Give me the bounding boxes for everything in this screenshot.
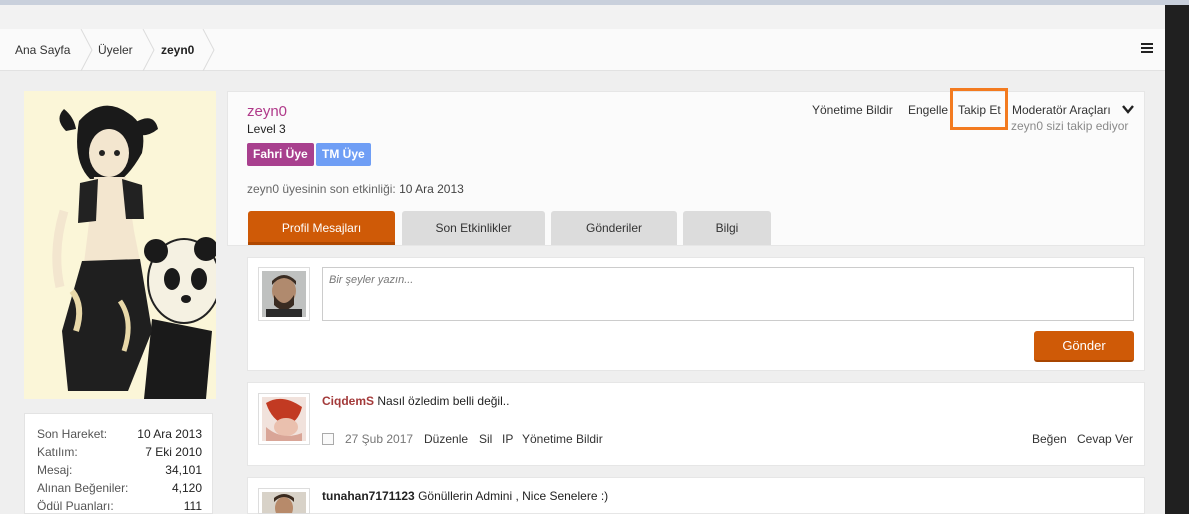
breadcrumb-home[interactable]: Ana Sayfa <box>15 29 70 71</box>
stat-label: Ödül Puanları: <box>37 499 114 513</box>
message-author-avatar[interactable] <box>258 488 310 514</box>
breadcrumb-separator-icon <box>142 29 155 71</box>
stat-value: 7 Eki 2010 <box>145 445 202 459</box>
hamburger-menu-icon[interactable] <box>1141 43 1153 55</box>
report-message-link[interactable]: Yönetime Bildir <box>522 432 603 446</box>
message-author[interactable]: tunahan7171123 <box>322 489 415 503</box>
breadcrumb-members[interactable]: Üyeler <box>98 29 133 71</box>
author-photo <box>262 397 306 441</box>
message-text: Gönüllerin Admini , Nice Senelere :) <box>418 489 609 503</box>
stat-row: Mesaj: 34,101 <box>25 463 212 481</box>
current-user-avatar <box>258 267 310 321</box>
stat-label: Katılım: <box>37 445 78 459</box>
avatar-illustration <box>24 91 216 399</box>
last-activity-value: 10 Ara 2013 <box>399 182 464 196</box>
last-activity-label: zeyn0 üyesinin son etkinliği: <box>247 182 396 196</box>
like-link[interactable]: Beğen <box>1032 432 1067 446</box>
scrollbar-track[interactable] <box>1165 5 1189 514</box>
report-link[interactable]: Yönetime Bildir <box>812 103 893 117</box>
stat-row: Son Hareket: 10 Ara 2013 <box>25 427 212 445</box>
stat-row: Katılım: 7 Eki 2010 <box>25 445 212 463</box>
message-body: CiqdemS Nasıl özledim belli değil.. <box>322 394 509 408</box>
follows-you-text: zeyn0 sizi takip ediyor <box>1011 119 1129 133</box>
message-text: Nasıl özledim belli değil.. <box>377 394 510 408</box>
header-strip <box>0 5 1165 29</box>
author-photo <box>262 492 306 513</box>
stat-label: Mesaj: <box>37 463 73 477</box>
message-select-checkbox[interactable] <box>322 433 334 445</box>
message-author[interactable]: CiqdemS <box>322 394 374 408</box>
moderator-tools-link[interactable]: Moderatör Araçları <box>1012 103 1111 117</box>
stat-label: Son Hareket: <box>37 427 108 441</box>
profile-level: Level 3 <box>247 122 286 136</box>
breadcrumb-separator-icon <box>80 29 93 71</box>
send-button[interactable]: Gönder <box>1034 331 1134 362</box>
breadcrumb-current[interactable]: zeyn0 <box>161 29 194 71</box>
tab-profile-messages[interactable]: Profil Mesajları <box>248 211 395 245</box>
ip-link[interactable]: IP <box>502 432 513 446</box>
breadcrumb: Ana Sayfa Üyeler zeyn0 <box>0 29 1165 71</box>
message-author-avatar[interactable] <box>258 393 310 445</box>
stat-row: Alınan Beğeniler: 4,120 <box>25 481 212 499</box>
chevron-down-icon[interactable] <box>1122 103 1134 115</box>
tab-recent-activity[interactable]: Son Etkinlikler <box>402 211 545 245</box>
tab-postings[interactable]: Gönderiler <box>551 211 677 245</box>
post-input[interactable] <box>322 267 1134 321</box>
message-date[interactable]: 27 Şub 2017 <box>345 432 413 446</box>
profile-avatar <box>24 91 216 399</box>
user-photo <box>262 271 306 317</box>
last-activity: zeyn0 üyesinin son etkinliği: 10 Ara 201… <box>247 182 464 196</box>
edit-link[interactable]: Düzenle <box>424 432 468 446</box>
stat-value: 10 Ara 2013 <box>137 427 202 441</box>
badge-tm-uye: TM Üye <box>316 143 371 166</box>
breadcrumb-separator-icon <box>202 29 215 71</box>
stat-label: Alınan Beğeniler: <box>37 481 129 495</box>
follow-highlight-box <box>950 88 1008 130</box>
badge-fahri-uye: Fahri Üye <box>247 143 314 166</box>
message-body: tunahan7171123 Gönüllerin Admini , Nice … <box>322 489 608 503</box>
reply-link[interactable]: Cevap Ver <box>1077 432 1133 446</box>
stat-value[interactable]: 111 <box>184 499 202 513</box>
stat-value[interactable]: 34,101 <box>165 463 202 477</box>
member-stats: Son Hareket: 10 Ara 2013 Katılım: 7 Eki 20… <box>24 413 213 514</box>
tab-info[interactable]: Bilgi <box>683 211 771 245</box>
profile-username: zeyn0 <box>247 103 288 120</box>
block-link[interactable]: Engelle <box>908 103 948 117</box>
stat-row: Ödül Puanları: 111 <box>25 499 212 514</box>
stat-value[interactable]: 4,120 <box>172 481 202 495</box>
delete-link[interactable]: Sil <box>479 432 492 446</box>
